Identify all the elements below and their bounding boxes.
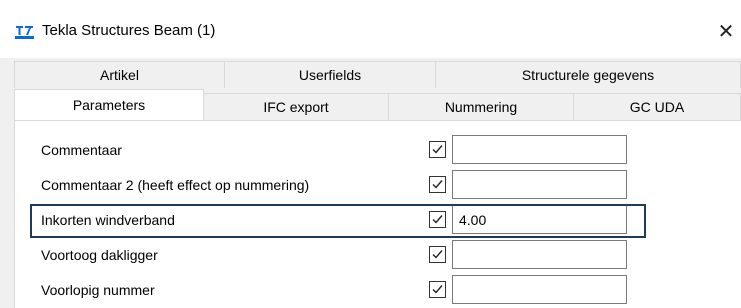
property-checkbox[interactable] (429, 211, 446, 228)
dialog-body: Artikel Userfields Structurele gegevens … (0, 58, 741, 308)
checkmark-icon (432, 250, 443, 259)
checkmark-icon (432, 285, 443, 294)
title-bar: Tekla Structures Beam (1) ✕ (0, 0, 741, 58)
close-icon: ✕ (717, 20, 735, 43)
property-label: Voortoog dakligger (41, 247, 158, 263)
close-button[interactable]: ✕ (712, 14, 740, 48)
tab-label: Parameters (72, 97, 146, 113)
tab-artikel[interactable]: Artikel (14, 61, 225, 88)
tab-parameters[interactable]: Parameters (14, 89, 204, 120)
tab-userfields[interactable]: Userfields (224, 61, 436, 88)
property-value-input[interactable] (452, 240, 627, 269)
parameters-panel: Commentaar Commentaar 2 (heeft effect op… (14, 120, 741, 308)
property-label: Commentaar 2 (heeft effect op nummering) (41, 177, 310, 193)
tab-label: Structurele gegevens (521, 67, 655, 83)
checkmark-icon (432, 180, 443, 189)
tab-structurele-gegevens[interactable]: Structurele gegevens (435, 61, 741, 88)
property-value-input[interactable] (452, 170, 627, 199)
tab-nummering[interactable]: Nummering (388, 93, 574, 120)
property-row-commentaar-2: Commentaar 2 (heeft effect op nummering) (15, 169, 741, 203)
property-label: Commentaar (41, 142, 122, 158)
tab-label: Nummering (444, 99, 518, 115)
property-value-input[interactable] (452, 275, 627, 304)
tab-label: Userfields (298, 67, 362, 83)
property-value-input[interactable] (452, 205, 627, 234)
tab-label: IFC export (263, 99, 329, 115)
tab-label: GC UDA (629, 99, 685, 115)
tab-label: Artikel (100, 67, 139, 83)
property-row-voortoog-dakligger: Voortoog dakligger (15, 239, 741, 273)
tab-gc-uda[interactable]: GC UDA (573, 93, 741, 120)
property-row-commentaar: Commentaar (15, 134, 741, 168)
property-checkbox[interactable] (429, 141, 446, 158)
checkmark-icon (432, 215, 443, 224)
property-value-input[interactable] (452, 135, 627, 164)
property-row-voorlopig-nummer: Voorlopig nummer (15, 274, 741, 308)
property-checkbox[interactable] (429, 281, 446, 298)
checkmark-icon (432, 145, 443, 154)
tekla-app-icon (15, 23, 34, 39)
property-row-inkorten-windverband: Inkorten windverband (15, 204, 741, 238)
property-label: Inkorten windverband (41, 212, 175, 228)
property-checkbox[interactable] (429, 246, 446, 263)
window-title: Tekla Structures Beam (1) (42, 22, 216, 39)
property-label: Voorlopig nummer (41, 282, 155, 298)
property-checkbox[interactable] (429, 176, 446, 193)
tab-ifc-export[interactable]: IFC export (203, 93, 389, 120)
